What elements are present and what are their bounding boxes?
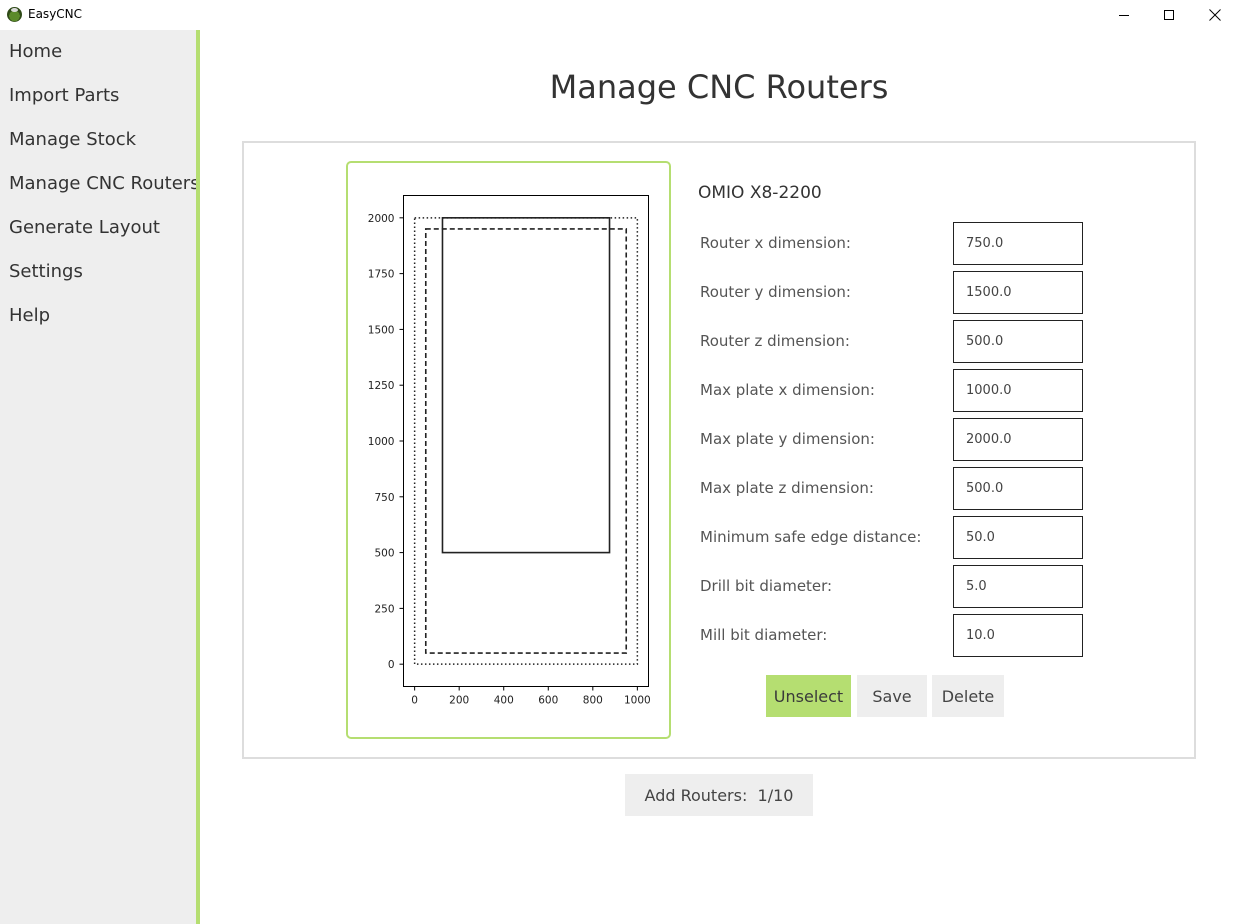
max-plate-x-input[interactable] bbox=[953, 369, 1083, 412]
app-logo-icon bbox=[7, 7, 22, 22]
maximize-icon bbox=[1164, 10, 1174, 20]
minimize-button[interactable] bbox=[1101, 0, 1147, 30]
min-safe-edge-label: Minimum safe edge distance: bbox=[700, 528, 922, 546]
delete-button[interactable]: Delete bbox=[932, 675, 1004, 717]
minimize-icon bbox=[1119, 14, 1129, 16]
drill-bit-diameter-input[interactable] bbox=[953, 565, 1083, 608]
sidebar-item-settings[interactable]: Settings bbox=[9, 261, 83, 282]
mill-bit-diameter-input[interactable] bbox=[953, 614, 1083, 657]
router-z-label: Router z dimension: bbox=[700, 332, 850, 350]
close-icon bbox=[1209, 9, 1221, 21]
router-x-label: Router x dimension: bbox=[700, 234, 851, 252]
router-z-input[interactable] bbox=[953, 320, 1083, 363]
router-x-input[interactable] bbox=[953, 222, 1083, 265]
router-y-input[interactable] bbox=[953, 271, 1083, 314]
sidebar-item-help[interactable]: Help bbox=[9, 305, 50, 326]
sidebar: Home Import Parts Manage Stock Manage CN… bbox=[0, 30, 200, 924]
sidebar-item-home[interactable]: Home bbox=[9, 41, 62, 62]
unselect-button[interactable]: Unselect bbox=[766, 675, 851, 717]
sidebar-item-manage-cnc-routers[interactable]: Manage CNC Routers bbox=[9, 173, 200, 194]
sidebar-divider bbox=[196, 30, 200, 924]
min-safe-edge-input[interactable] bbox=[953, 516, 1083, 559]
max-plate-z-label: Max plate z dimension: bbox=[700, 479, 874, 497]
sidebar-item-import-parts[interactable]: Import Parts bbox=[9, 85, 119, 106]
max-plate-x-label: Max plate x dimension: bbox=[700, 381, 875, 399]
window-title: EasyCNC bbox=[28, 7, 83, 21]
add-routers-button[interactable]: Add Routers: 1/10 bbox=[625, 774, 813, 816]
close-button[interactable] bbox=[1192, 0, 1238, 30]
mill-bit-diameter-label: Mill bit diameter: bbox=[700, 626, 828, 644]
max-plate-y-label: Max plate y dimension: bbox=[700, 430, 875, 448]
router-name: OMIO X8-2200 bbox=[698, 183, 822, 203]
drill-bit-diameter-label: Drill bit diameter: bbox=[700, 577, 833, 595]
title-bar: EasyCNC bbox=[0, 0, 1238, 30]
sidebar-item-generate-layout[interactable]: Generate Layout bbox=[9, 217, 160, 238]
max-plate-y-input[interactable] bbox=[953, 418, 1083, 461]
maximize-button[interactable] bbox=[1146, 0, 1192, 30]
max-plate-z-input[interactable] bbox=[953, 467, 1083, 510]
page-title: Manage CNC Routers bbox=[549, 68, 889, 106]
router-plot-card[interactable] bbox=[346, 161, 671, 739]
sidebar-item-manage-stock[interactable]: Manage Stock bbox=[9, 129, 136, 150]
router-y-label: Router y dimension: bbox=[700, 283, 851, 301]
save-button[interactable]: Save bbox=[857, 675, 927, 717]
